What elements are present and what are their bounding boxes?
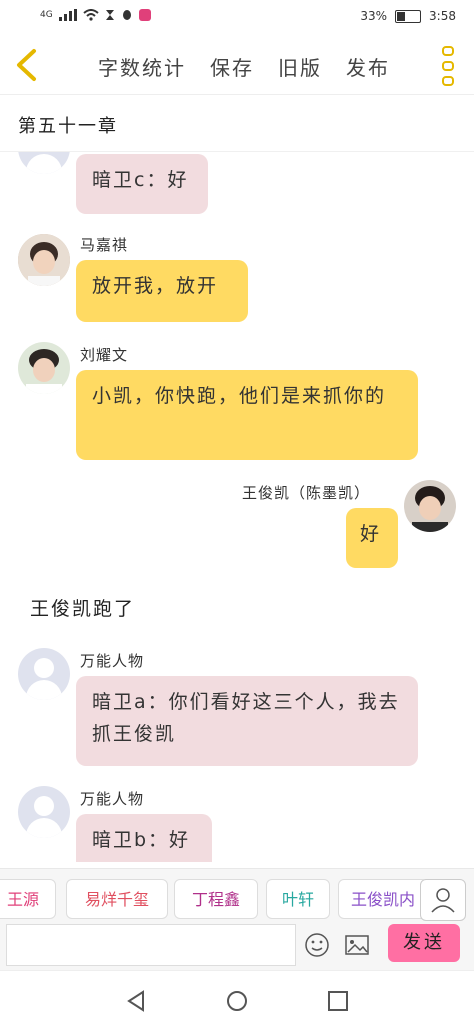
- network-label: 4G: [40, 10, 53, 20]
- character-selector: 王源 易烊千玺 丁程鑫 叶轩 王俊凯内: [0, 868, 474, 925]
- speaker-name: 马嘉祺: [80, 236, 129, 254]
- clock: 3:58: [429, 9, 456, 23]
- old-version-button[interactable]: 旧版: [278, 52, 322, 81]
- avatar-photo: [18, 342, 70, 394]
- recents-square-icon[interactable]: [326, 989, 350, 1013]
- app-icon: [138, 9, 151, 21]
- character-chip[interactable]: 王源: [0, 879, 56, 919]
- character-manage-button[interactable]: [420, 879, 466, 921]
- back-triangle-icon[interactable]: [124, 989, 148, 1013]
- speaker-name: 万能人物: [80, 652, 145, 670]
- message-bubble[interactable]: 小凯，你快跑，他们是来抓你的: [76, 370, 418, 460]
- image-icon[interactable]: [344, 932, 370, 958]
- message-bubble[interactable]: 好: [346, 508, 398, 568]
- back-chevron-icon[interactable]: [10, 46, 44, 84]
- more-menu-icon[interactable]: [442, 46, 458, 86]
- character-chip-label: 易烊千玺: [84, 890, 149, 909]
- emoji-icon[interactable]: [304, 932, 330, 958]
- speaker-name: 刘耀文: [80, 346, 129, 364]
- home-circle-icon[interactable]: [225, 989, 249, 1013]
- chapter-header[interactable]: 第五十一章: [0, 95, 474, 152]
- battery-icon: [395, 9, 422, 23]
- character-chip-label: 王俊凯内: [350, 890, 415, 909]
- chapter-title: 第五十一章: [18, 116, 118, 137]
- character-chip-label: 叶轩: [281, 890, 314, 909]
- battery-percent: 33%: [360, 9, 388, 23]
- character-chip[interactable]: 王俊凯内: [338, 879, 428, 919]
- system-nav-bar: [0, 970, 474, 1027]
- user-icon: [431, 888, 455, 913]
- character-chip-label: 丁程鑫: [191, 890, 240, 909]
- placeholder-avatar[interactable]: [18, 152, 70, 174]
- character-avatar[interactable]: [404, 480, 456, 532]
- signal-icon: [58, 9, 77, 21]
- send-button[interactable]: 发送: [388, 924, 460, 962]
- message-bubble[interactable]: 放开我，放开: [76, 260, 248, 322]
- qq-icon: [122, 10, 131, 20]
- avatar-photo: [18, 234, 70, 286]
- character-chip[interactable]: 丁程鑫: [174, 879, 258, 919]
- placeholder-avatar[interactable]: [18, 648, 70, 700]
- compose-bar: 发送: [0, 924, 474, 970]
- placeholder-avatar[interactable]: [18, 786, 70, 838]
- wifi-icon: [83, 9, 99, 21]
- status-left: 4G: [40, 9, 151, 21]
- message-bubble[interactable]: 暗卫c：好: [76, 154, 208, 214]
- speaker-name: 王俊凯（陈墨凯）: [242, 484, 371, 502]
- word-count-button[interactable]: 字数统计: [98, 52, 186, 81]
- character-chip[interactable]: 易烊千玺: [66, 879, 168, 919]
- narration-text[interactable]: 王俊凯跑了: [30, 594, 135, 621]
- character-avatar[interactable]: [18, 342, 70, 394]
- status-bar: 4G 33% 3:58: [0, 0, 474, 36]
- message-input[interactable]: [6, 924, 296, 966]
- status-right: 33% 3:58: [360, 9, 456, 23]
- hourglass-icon: [105, 10, 114, 20]
- character-avatar[interactable]: [18, 234, 70, 286]
- character-chip[interactable]: 叶轩: [266, 879, 330, 919]
- editor-toolbar: 字数统计 保存 旧版 发布: [0, 36, 474, 95]
- toolbar-nav: 字数统计 保存 旧版 发布: [98, 52, 390, 81]
- publish-button[interactable]: 发布: [346, 52, 390, 81]
- chat-thread[interactable]: 暗卫c：好 马嘉祺 放开我，放开 刘耀文 小凯，你快跑，他们是来抓你的 王俊凯（…: [0, 152, 474, 862]
- speaker-name: 万能人物: [80, 790, 145, 808]
- save-button[interactable]: 保存: [210, 52, 254, 81]
- message-bubble[interactable]: 暗卫b：好: [76, 814, 212, 862]
- character-chip-label: 王源: [6, 890, 39, 909]
- message-bubble[interactable]: 暗卫a：你们看好这三个人，我去抓王俊凯: [76, 676, 418, 766]
- avatar-photo: [404, 480, 456, 532]
